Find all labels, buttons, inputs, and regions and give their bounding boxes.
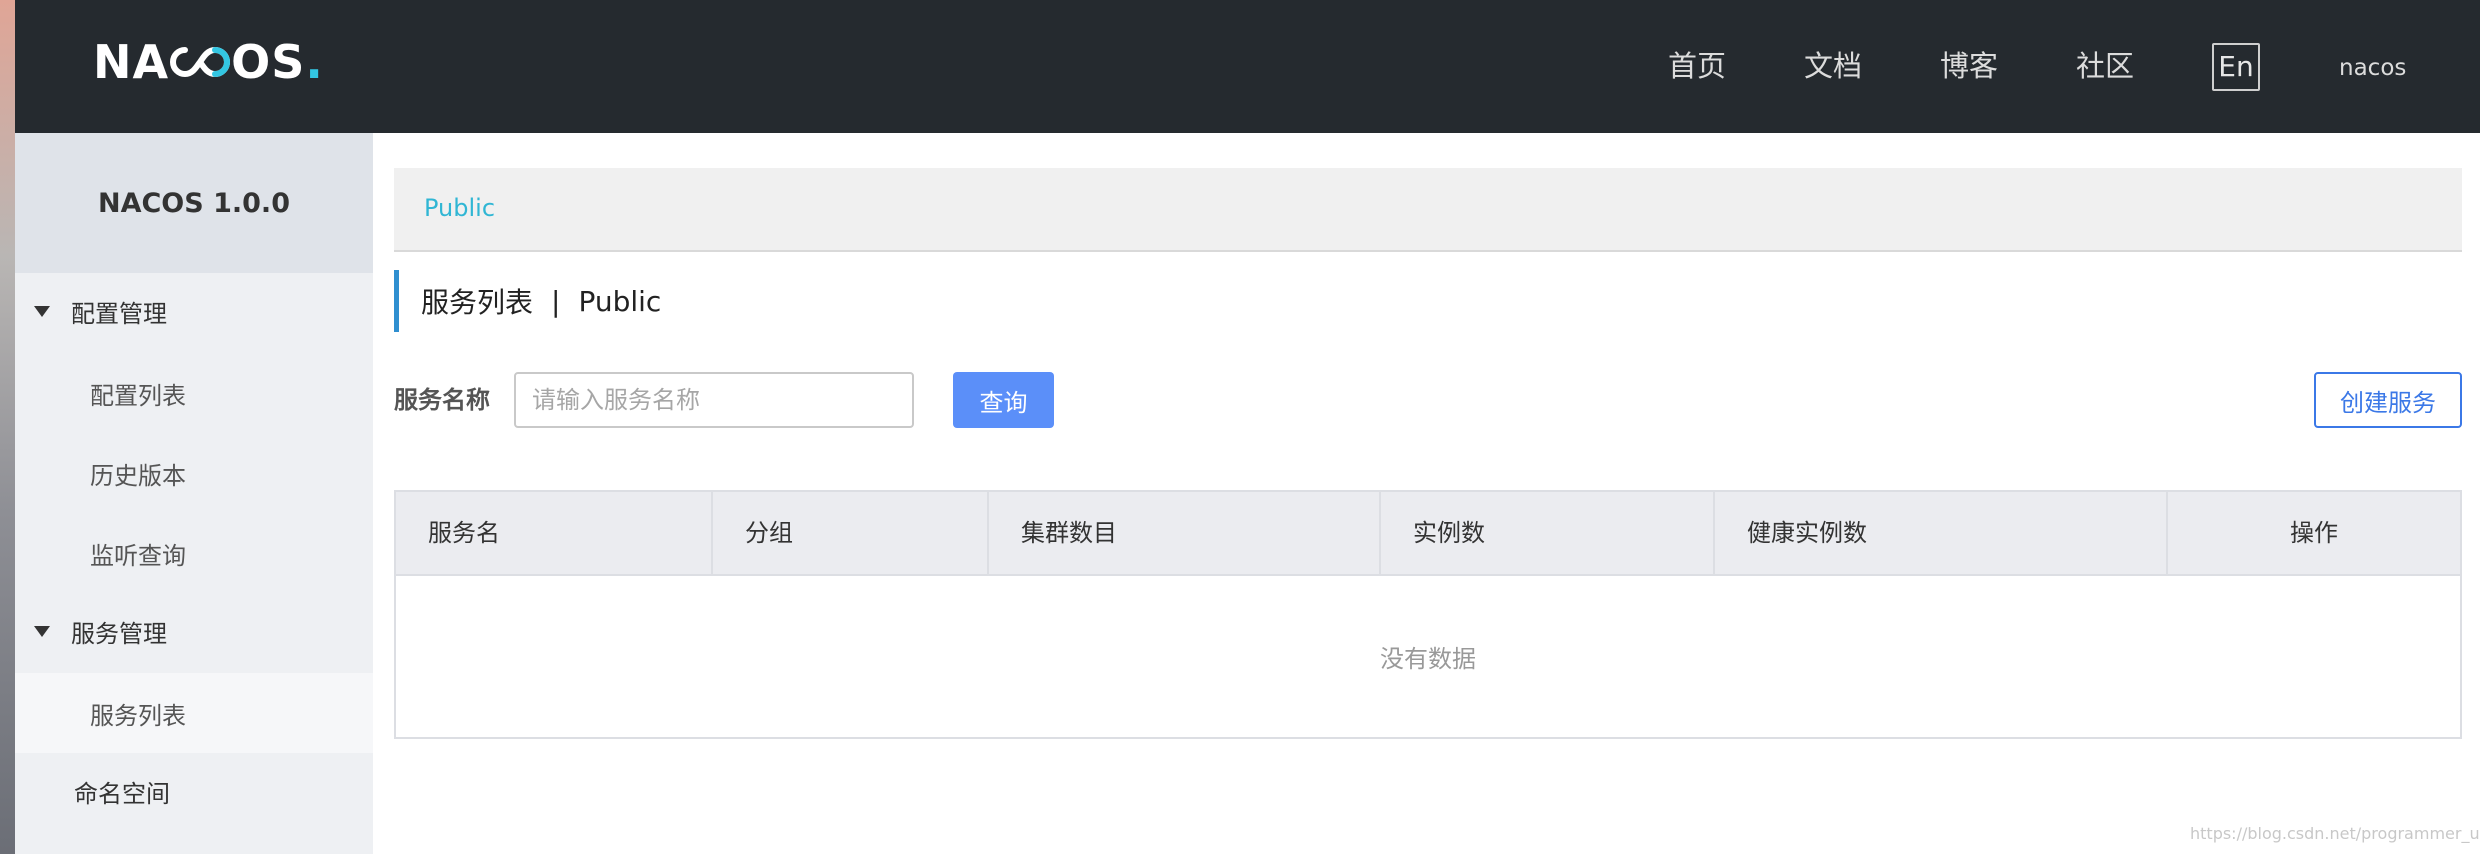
sidebar: NACOS 1.0.0 配置管理 配置列表 历史版本 监听查询 服务管理 服务列…: [15, 133, 373, 854]
logo-infinity-icon: [169, 42, 231, 82]
sidebar-item-label: 历史版本: [90, 461, 186, 490]
nav-docs[interactable]: 文档: [1804, 44, 1862, 88]
column-instance-count: 实例数: [1381, 492, 1715, 574]
desktop-edge: [0, 0, 15, 854]
sidebar-item-history[interactable]: 历史版本: [15, 433, 373, 513]
sidebar-item-namespace[interactable]: 命名空间: [15, 759, 373, 823]
sidebar-item-config-list[interactable]: 配置列表: [15, 353, 373, 433]
create-service-button[interactable]: 创建服务: [2314, 372, 2462, 428]
column-group: 分组: [713, 492, 989, 574]
sidebar-group-config[interactable]: 配置管理: [15, 279, 373, 343]
nav-home[interactable]: 首页: [1668, 44, 1726, 88]
nacos-logo[interactable]: NA OS .: [93, 35, 324, 89]
table-empty-state: 没有数据: [1380, 645, 1476, 673]
watermark: https://blog.csdn.net/programmer_union: [2190, 824, 2480, 843]
caret-down-icon: [34, 305, 50, 317]
page-title-text: 服务列表: [421, 286, 534, 319]
namespace-bar: Public: [394, 168, 2462, 252]
namespace-tab-public[interactable]: Public: [424, 194, 495, 222]
page-title: 服务列表 | Public: [394, 270, 661, 332]
nav-blog[interactable]: 博客: [1940, 44, 1998, 88]
column-actions: 操作: [2290, 519, 2338, 547]
logo-dot: .: [305, 35, 324, 89]
nav-community[interactable]: 社区: [2076, 44, 2134, 88]
logo-text-a: NA: [93, 35, 170, 89]
column-healthy-instance-count: 健康实例数: [1715, 492, 2168, 574]
sidebar-item-label: 监听查询: [90, 541, 186, 570]
column-service-name: 服务名: [396, 492, 713, 574]
caret-down-icon: [34, 625, 50, 637]
sidebar-item-service-list[interactable]: 服务列表: [15, 673, 373, 753]
table-header: 服务名 分组 集群数目 实例数 健康实例数 操作: [396, 492, 2460, 576]
language-switch-button[interactable]: En: [2212, 43, 2260, 91]
sidebar-title: NACOS 1.0.0: [15, 133, 373, 273]
service-table: 服务名 分组 集群数目 实例数 健康实例数 操作 没有数据: [394, 490, 2462, 739]
service-name-input[interactable]: [514, 372, 914, 428]
sidebar-item-label: 服务列表: [90, 701, 186, 730]
sidebar-item-label: 配置列表: [90, 381, 186, 410]
service-name-label: 服务名称: [394, 386, 490, 414]
page-title-separator: |: [551, 284, 561, 318]
column-cluster-count: 集群数目: [989, 492, 1381, 574]
sidebar-item-label: 命名空间: [74, 779, 170, 808]
sidebar-group-service[interactable]: 服务管理: [15, 599, 373, 663]
query-button[interactable]: 查询: [953, 372, 1054, 428]
top-navbar: NA OS . 首页 文档 博客 社区 En nacos: [15, 0, 2480, 133]
user-name[interactable]: nacos: [2339, 50, 2406, 86]
sidebar-item-listener-query[interactable]: 监听查询: [15, 513, 373, 593]
sidebar-group-label: 配置管理: [71, 299, 167, 328]
page-title-namespace: Public: [578, 284, 662, 318]
sidebar-group-label: 服务管理: [71, 619, 167, 648]
logo-text-b: OS: [231, 35, 306, 89]
